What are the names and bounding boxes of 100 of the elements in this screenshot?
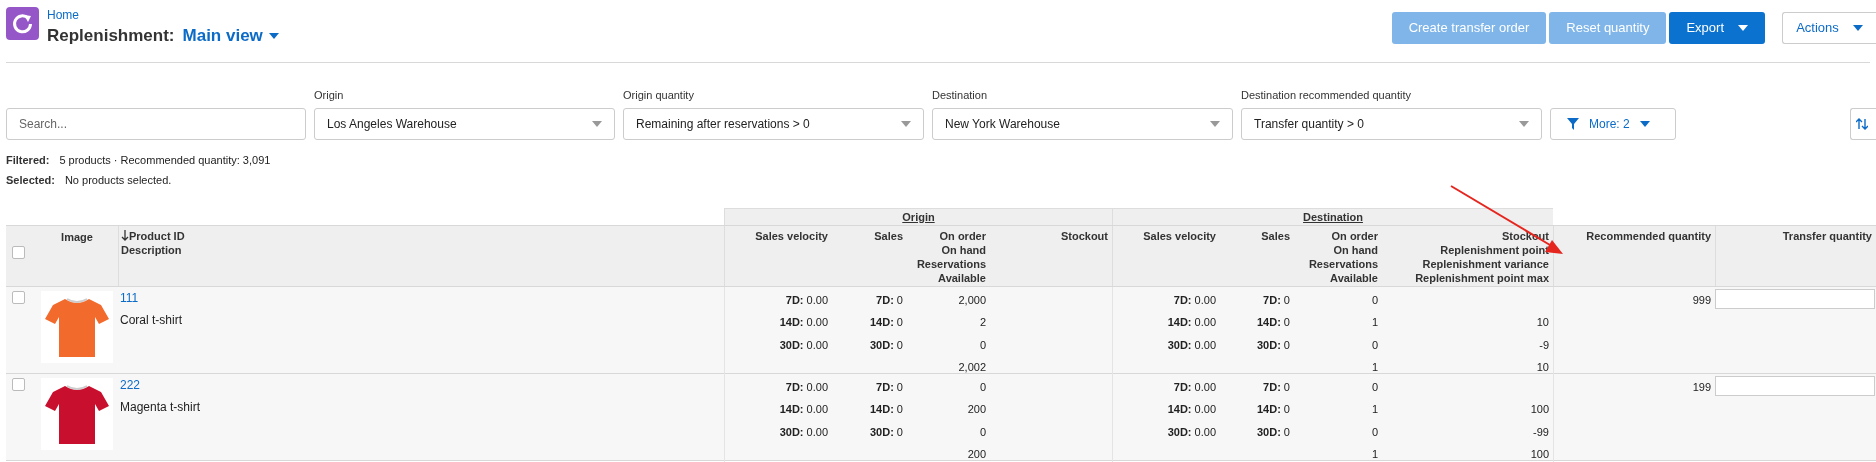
table-cell: 7D: 0 bbox=[1263, 293, 1290, 306]
table-cell: 30D: 0.00 bbox=[1167, 338, 1216, 351]
table-cell: 14D: 0 bbox=[869, 403, 903, 415]
view-selector[interactable]: Main view bbox=[182, 23, 279, 49]
filter-label: Origin quantity bbox=[623, 88, 695, 103]
transfer-quantity-field[interactable] bbox=[1715, 288, 1875, 309]
table-cell: 14D: 0 bbox=[1256, 403, 1290, 415]
column-header: Available bbox=[1330, 270, 1378, 285]
product-description: Coral t-shirt bbox=[120, 311, 182, 329]
table-cell: 14D: 0.00 bbox=[1167, 316, 1216, 328]
table-cell: 0 bbox=[1371, 425, 1378, 438]
summary-text: 5 products · Recommended quantity: 3,091 bbox=[59, 152, 271, 168]
table-cell: 7D: 0 bbox=[876, 380, 903, 393]
product-id-link[interactable]: 111 bbox=[120, 289, 139, 306]
filter-dropdown[interactable]: Remaining after reservations > 0 bbox=[623, 107, 924, 140]
table-cell: 30D: 0 bbox=[1256, 338, 1290, 351]
column-header: Reservations bbox=[916, 256, 986, 271]
column-header: Replenishment variance bbox=[1422, 256, 1549, 271]
table-cell: -99 bbox=[1533, 425, 1549, 438]
toolbar-button[interactable]: Export bbox=[1669, 12, 1765, 44]
table-cell: 2 bbox=[979, 316, 986, 328]
sort-icon bbox=[1856, 117, 1868, 130]
select-all-checkbox[interactable] bbox=[12, 245, 25, 259]
table-cell: 7D: 0.00 bbox=[1173, 293, 1216, 306]
column-header: Product ID bbox=[129, 228, 185, 243]
table-cell: 2,002 bbox=[958, 361, 986, 373]
page-title: Replenishment: bbox=[47, 25, 175, 47]
table-cell: 0 bbox=[1371, 293, 1378, 306]
column-header: Recommended quantity bbox=[1586, 228, 1711, 243]
caret-icon bbox=[1210, 120, 1220, 127]
caret-icon bbox=[1738, 25, 1748, 31]
search-field[interactable]: Search... bbox=[6, 107, 306, 140]
filter-label: Destination recommended quantity bbox=[1241, 88, 1412, 103]
caret-icon bbox=[1852, 25, 1863, 31]
table-cell: 7D: 0.00 bbox=[1173, 380, 1216, 393]
table-cell: 30D: 0 bbox=[869, 425, 903, 438]
table-cell: 1 bbox=[1371, 448, 1378, 460]
filter-dropdown[interactable]: New York Warehouse bbox=[932, 107, 1233, 140]
table-cell: 1 bbox=[1371, 361, 1378, 373]
toolbar-button[interactable]: Actions bbox=[1782, 12, 1876, 44]
caret-icon bbox=[592, 120, 602, 127]
column-header: Stockout bbox=[1060, 228, 1108, 243]
column-header: Sales bbox=[1261, 228, 1290, 243]
table-cell: 0 bbox=[979, 338, 986, 351]
table-cell: 0 bbox=[979, 380, 986, 393]
summary-label: Selected: bbox=[6, 173, 55, 188]
summary-label: Filtered: bbox=[6, 152, 50, 168]
table-cell: 2,000 bbox=[958, 293, 986, 306]
column-header: Reservations bbox=[1308, 256, 1378, 271]
refresh-icon bbox=[6, 7, 39, 40]
table-cell: 0 bbox=[979, 425, 986, 438]
column-group-header: Destination bbox=[1303, 209, 1363, 225]
table-cell: 199 bbox=[1692, 380, 1711, 393]
column-header: On order bbox=[1331, 228, 1378, 243]
table-cell: 30D: 0.00 bbox=[779, 338, 828, 351]
filter-icon bbox=[1567, 117, 1579, 130]
row-checkbox[interactable] bbox=[12, 290, 25, 304]
table-cell: 200 bbox=[967, 403, 986, 415]
filter-label: Destination bbox=[932, 88, 989, 103]
column-header: Description bbox=[121, 242, 183, 257]
filter-dropdown[interactable]: Los Angeles Warehouse bbox=[314, 107, 615, 140]
column-header: Image bbox=[61, 229, 93, 245]
caret-icon bbox=[1639, 120, 1650, 127]
filter-dropdown[interactable]: Transfer quantity > 0 bbox=[1241, 107, 1542, 140]
column-header: Sales velocity bbox=[755, 228, 828, 243]
row-checkbox[interactable] bbox=[12, 377, 25, 391]
column-header: Transfer quantity bbox=[1782, 228, 1872, 243]
table-cell: 7D: 0 bbox=[876, 293, 903, 306]
table-cell: 30D: 0 bbox=[1256, 425, 1290, 438]
table-cell: 7D: 0.00 bbox=[785, 293, 828, 306]
table-cell: 30D: 0.00 bbox=[779, 425, 828, 438]
table-cell: 10 bbox=[1536, 361, 1549, 373]
column-header: On order bbox=[939, 228, 986, 243]
table-cell: 14D: 0 bbox=[1256, 316, 1290, 328]
column-header: On hand bbox=[1333, 242, 1378, 257]
table-cell: 14D: 0 bbox=[869, 316, 903, 328]
column-header: Replenishment point max bbox=[1415, 270, 1549, 285]
table-cell: 1 bbox=[1371, 403, 1378, 415]
table-cell: 14D: 0.00 bbox=[1167, 403, 1216, 415]
filter-label: Origin bbox=[314, 88, 345, 103]
breadcrumb-link[interactable]: Home bbox=[47, 7, 279, 23]
column-header: Available bbox=[938, 270, 986, 285]
table-cell: 14D: 0.00 bbox=[779, 316, 828, 328]
table-cell: 10 bbox=[1536, 316, 1549, 328]
table-cell: 999 bbox=[1692, 293, 1711, 306]
table-cell: 100 bbox=[1530, 403, 1549, 415]
column-header: On hand bbox=[941, 242, 986, 257]
more-filters-button[interactable]: More: 2 bbox=[1550, 107, 1676, 140]
column-header: Sales bbox=[874, 228, 903, 243]
table-cell: 1 bbox=[1371, 316, 1378, 328]
product-id-link[interactable]: 222 bbox=[120, 376, 141, 393]
table-cell: 100 bbox=[1530, 448, 1549, 460]
transfer-quantity-field[interactable] bbox=[1715, 375, 1875, 396]
column-group-header: Origin bbox=[902, 209, 935, 225]
summary-text: No products selected. bbox=[64, 173, 172, 188]
product-description: Magenta t-shirt bbox=[120, 398, 201, 416]
caret-icon bbox=[1519, 120, 1529, 127]
table-cell: 0 bbox=[1371, 338, 1378, 351]
sort-button[interactable] bbox=[1850, 107, 1876, 140]
column-header: Sales velocity bbox=[1143, 228, 1216, 243]
